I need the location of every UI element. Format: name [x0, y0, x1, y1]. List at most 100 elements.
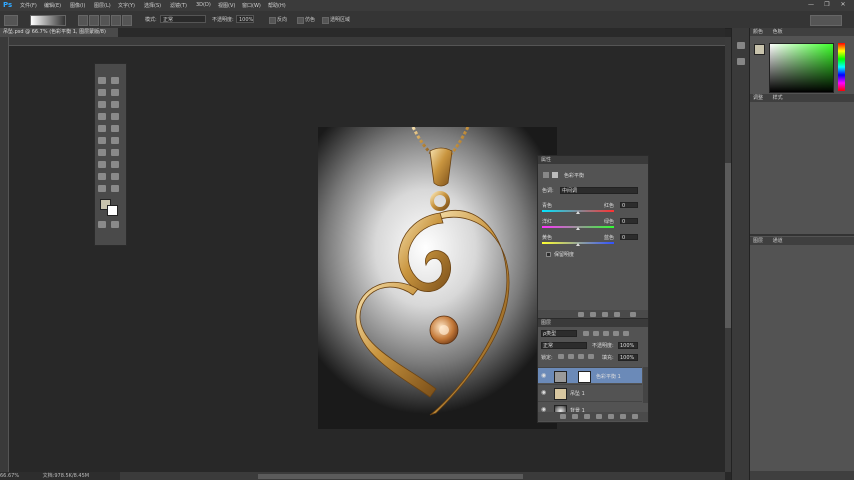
visibility-icon[interactable] [614, 312, 620, 317]
hand-tool-icon[interactable] [98, 185, 106, 192]
preserve-luminosity-checkbox[interactable] [546, 252, 551, 257]
tab-adjustments[interactable]: 调整 [753, 95, 763, 101]
lock-pixels-icon[interactable] [568, 354, 574, 359]
dodge-tool-icon[interactable] [111, 149, 119, 156]
layers-header[interactable]: 图层 [538, 319, 648, 327]
stamp-tool-icon[interactable] [98, 125, 106, 132]
tab-channels[interactable]: 通道 [773, 238, 783, 244]
filter-shape-icon[interactable] [613, 331, 619, 336]
delete-layer-icon[interactable] [632, 414, 638, 419]
eye-icon[interactable]: ◉ [541, 389, 546, 396]
hue-slider[interactable] [838, 43, 845, 91]
menu-item-8[interactable]: 视图(V) [218, 2, 235, 9]
slider-thumb[interactable] [576, 227, 580, 230]
history-brush-icon[interactable] [111, 125, 119, 132]
new-group-icon[interactable] [608, 414, 614, 419]
tab-swatches[interactable]: 色板 [773, 29, 783, 35]
mask-icon[interactable] [552, 172, 558, 178]
menu-item-10[interactable]: 帮助(H) [268, 2, 286, 9]
menu-item-7[interactable]: 3D(D) [196, 2, 211, 8]
lock-all-icon[interactable] [588, 354, 594, 359]
tab-layers-dock[interactable]: 图层 [753, 238, 763, 244]
tab-color[interactable]: 颜色 [753, 29, 763, 35]
document-canvas[interactable] [318, 126, 557, 429]
lock-transparent-icon[interactable] [558, 354, 564, 359]
slider-thumb[interactable] [576, 243, 580, 246]
lock-position-icon[interactable] [578, 354, 584, 359]
angle-gradient-button[interactable] [100, 15, 110, 26]
reverse-checkbox[interactable] [269, 17, 276, 24]
quick-mask-icon[interactable] [98, 221, 106, 228]
menu-item-0[interactable]: 文件(F) [20, 2, 37, 9]
slider-value-input[interactable]: 0 [620, 202, 638, 209]
healing-tool-icon[interactable] [98, 113, 106, 120]
eye-icon[interactable]: ◉ [541, 372, 546, 379]
link-layers-icon[interactable] [560, 414, 566, 419]
view-previous-icon[interactable] [590, 312, 596, 317]
status-zoom[interactable]: 66.67% [0, 473, 19, 479]
shape-tool-icon[interactable] [111, 173, 119, 180]
pen-tool-icon[interactable] [98, 161, 106, 168]
blur-tool-icon[interactable] [98, 149, 106, 156]
layer-opacity-input[interactable]: 100% [618, 342, 638, 349]
transparency-checkbox[interactable] [322, 17, 329, 24]
layers-dock-tabs[interactable]: 图层 通道 [750, 237, 854, 245]
fill-input[interactable]: 100% [618, 354, 638, 361]
slider-thumb[interactable] [576, 211, 580, 214]
layer-style-icon[interactable] [572, 414, 578, 419]
layer-row[interactable]: ◉ 色彩平衡 1 [538, 367, 642, 383]
filter-smart-icon[interactable] [623, 331, 629, 336]
properties-panel-icon[interactable] [737, 58, 745, 65]
trash-icon[interactable] [630, 312, 636, 317]
marquee-tool-icon[interactable] [111, 77, 119, 84]
slider-value-input[interactable]: 0 [620, 218, 638, 225]
diamond-gradient-button[interactable] [122, 15, 132, 26]
opacity-input[interactable]: 100% [236, 15, 254, 23]
zoom-tool-icon[interactable] [111, 185, 119, 192]
maximize-button[interactable]: ❐ [822, 1, 832, 9]
type-tool-icon[interactable] [111, 161, 119, 168]
filter-adjust-icon[interactable] [593, 331, 599, 336]
layer-row[interactable]: ◉ 吊坠 1 [538, 384, 642, 400]
clip-to-layer-icon[interactable] [578, 312, 584, 317]
menu-item-9[interactable]: 窗口(W) [242, 2, 261, 9]
quick-select-tool-icon[interactable] [111, 89, 119, 96]
eraser-tool-icon[interactable] [98, 137, 106, 144]
eyedropper-tool-icon[interactable] [111, 101, 119, 108]
close-button[interactable]: ✕ [838, 1, 848, 9]
lasso-tool-icon[interactable] [98, 89, 106, 96]
menu-item-4[interactable]: 文字(Y) [118, 2, 135, 9]
history-panel-icon[interactable] [737, 42, 745, 49]
path-select-icon[interactable] [98, 173, 106, 180]
radial-gradient-button[interactable] [89, 15, 99, 26]
gradient-picker[interactable] [30, 15, 66, 26]
color-panel-tabs[interactable]: 颜色 色板 [750, 28, 854, 36]
reset-icon[interactable] [602, 312, 608, 317]
document-tab[interactable]: 吊坠.psd @ 66.7% (色彩平衡 1, 图层蒙版/8) [0, 28, 118, 37]
mode-dropdown[interactable]: 正常 [160, 15, 206, 23]
filter-pixel-icon[interactable] [583, 331, 589, 336]
background-color-swatch[interactable] [107, 205, 118, 216]
crop-tool-icon[interactable] [98, 101, 106, 108]
blend-mode-dropdown[interactable]: 正常 [541, 342, 587, 349]
new-layer-icon[interactable] [620, 414, 626, 419]
gradient-tool-icon[interactable] [111, 137, 119, 144]
reflected-gradient-button[interactable] [111, 15, 121, 26]
dither-checkbox[interactable] [297, 17, 304, 24]
slider-value-input[interactable]: 0 [620, 234, 638, 241]
properties-header[interactable]: 属性 [538, 156, 648, 164]
filter-type-icon[interactable] [603, 331, 609, 336]
tab-styles[interactable]: 样式 [773, 95, 783, 101]
tone-dropdown[interactable]: 中间调 [560, 187, 638, 194]
tool-preset-picker[interactable] [4, 15, 18, 26]
layer-mask-thumbnail[interactable] [578, 371, 591, 383]
linear-gradient-button[interactable] [78, 15, 88, 26]
layers-scrollbar[interactable] [643, 367, 648, 403]
menu-item-5[interactable]: 选择(S) [144, 2, 161, 9]
menu-item-1[interactable]: 编辑(E) [44, 2, 61, 9]
new-adjustment-icon[interactable] [596, 414, 602, 419]
layer-kind-filter[interactable]: ρ类型 [541, 330, 577, 337]
move-tool-icon[interactable] [98, 77, 106, 84]
brush-tool-icon[interactable] [111, 113, 119, 120]
adjustments-panel-tabs[interactable]: 调整 样式 [750, 94, 854, 102]
